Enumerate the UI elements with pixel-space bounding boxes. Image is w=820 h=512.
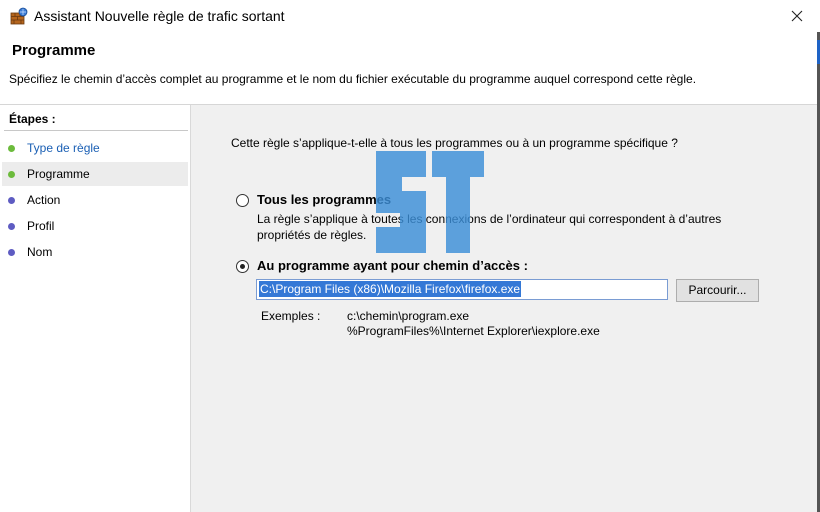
- step-programme[interactable]: Programme: [2, 162, 188, 186]
- steps-sidebar: Étapes : Type de règle Programme Action …: [0, 105, 191, 512]
- watermark-logo: [376, 151, 484, 253]
- question-text: Cette règle s’applique-t-elle à tous les…: [231, 136, 678, 150]
- all-programs-radio[interactable]: [236, 194, 249, 207]
- all-programs-description: La règle s’applique à toutes les connexi…: [257, 212, 722, 242]
- example-path: c:\chemin\program.exe: [347, 309, 470, 323]
- program-path-radio[interactable]: [236, 260, 249, 273]
- step-profil[interactable]: Profil: [2, 214, 188, 238]
- steps-title: Étapes :: [9, 112, 56, 126]
- close-icon: [791, 10, 803, 22]
- examples-label: Exemples :: [261, 309, 321, 323]
- program-path-input[interactable]: C:\Program Files (x86)\Mozilla Firefox\f…: [256, 279, 668, 300]
- step-nom[interactable]: Nom: [2, 240, 188, 264]
- close-button[interactable]: [774, 0, 820, 32]
- step-label: Programme: [27, 167, 90, 181]
- step-label: Nom: [27, 245, 53, 259]
- title-bar: Assistant Nouvelle règle de trafic sorta…: [0, 0, 820, 32]
- main-panel: Cette règle s’applique-t-elle à tous les…: [191, 105, 817, 512]
- page-header: Programme Spécifiez le chemin d’accès co…: [0, 32, 817, 105]
- step-label: Action: [27, 193, 61, 207]
- page-title: Programme: [12, 42, 96, 59]
- step-type-de-regle[interactable]: Type de règle: [2, 136, 188, 160]
- step-pending-dot: [8, 196, 15, 204]
- page-description: Spécifiez le chemin d’accès complet au p…: [9, 72, 697, 86]
- step-pending-dot: [8, 222, 15, 230]
- all-programs-label[interactable]: Tous les programmes: [257, 192, 391, 207]
- example-path: %ProgramFiles%\Internet Explorer\iexplor…: [347, 324, 600, 338]
- step-pending-dot: [8, 248, 15, 256]
- step-done-dot: [8, 170, 15, 178]
- window-title: Assistant Nouvelle règle de trafic sorta…: [34, 8, 285, 24]
- step-label: Profil: [27, 219, 55, 233]
- steps-divider: [4, 130, 188, 131]
- step-done-dot: [8, 144, 15, 152]
- browse-button[interactable]: Parcourir...: [676, 279, 759, 302]
- step-action[interactable]: Action: [2, 188, 188, 212]
- program-path-value: C:\Program Files (x86)\Mozilla Firefox\f…: [259, 281, 522, 297]
- firewall-icon: [10, 7, 28, 25]
- program-path-label[interactable]: Au programme ayant pour chemin d’accès :: [257, 258, 528, 273]
- step-label: Type de règle: [27, 141, 100, 155]
